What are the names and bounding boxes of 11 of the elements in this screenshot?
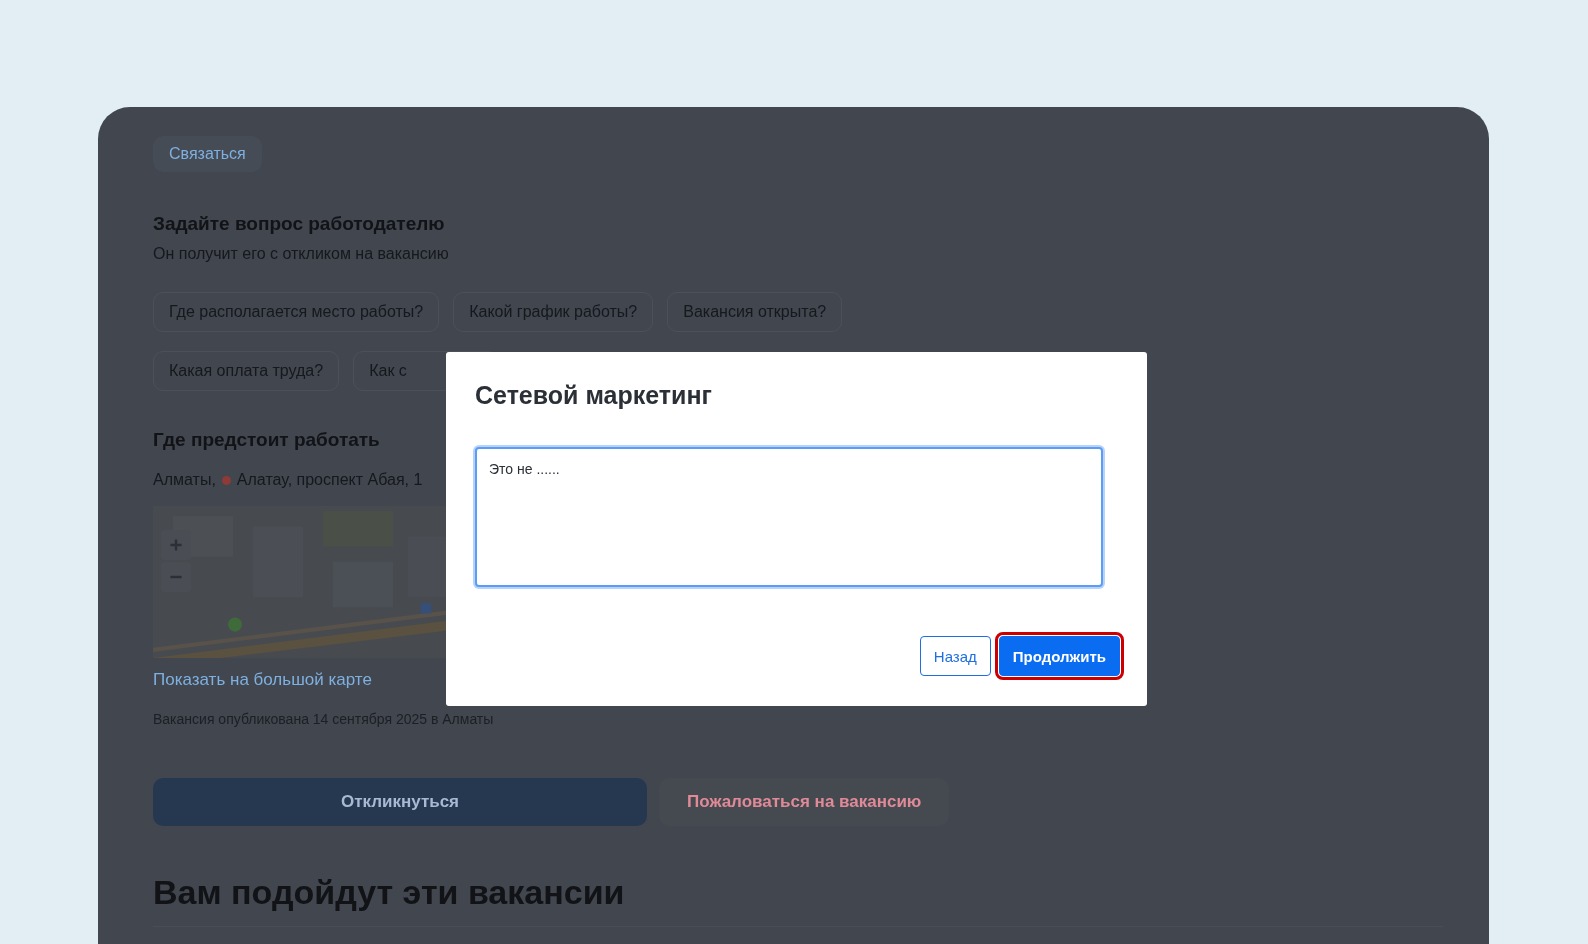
zoom-out-icon[interactable]: [161, 562, 191, 592]
recommendations-title: Вам подойдут эти вакансии: [153, 872, 626, 912]
map-link[interactable]: Показать на большой карте: [153, 670, 372, 690]
complain-button[interactable]: Пожаловаться на вакансию: [659, 778, 950, 826]
contact-button[interactable]: Связаться: [153, 136, 262, 172]
answer-field[interactable]: Это не ......: [475, 447, 1103, 587]
section-title: Задайте вопрос работодателю: [153, 213, 446, 235]
respond-button[interactable]: Откликнуться: [153, 778, 647, 826]
back-button[interactable]: Назад: [919, 636, 991, 676]
metro-icon: [221, 475, 231, 485]
section-title: Где предстоит работать: [153, 429, 381, 451]
